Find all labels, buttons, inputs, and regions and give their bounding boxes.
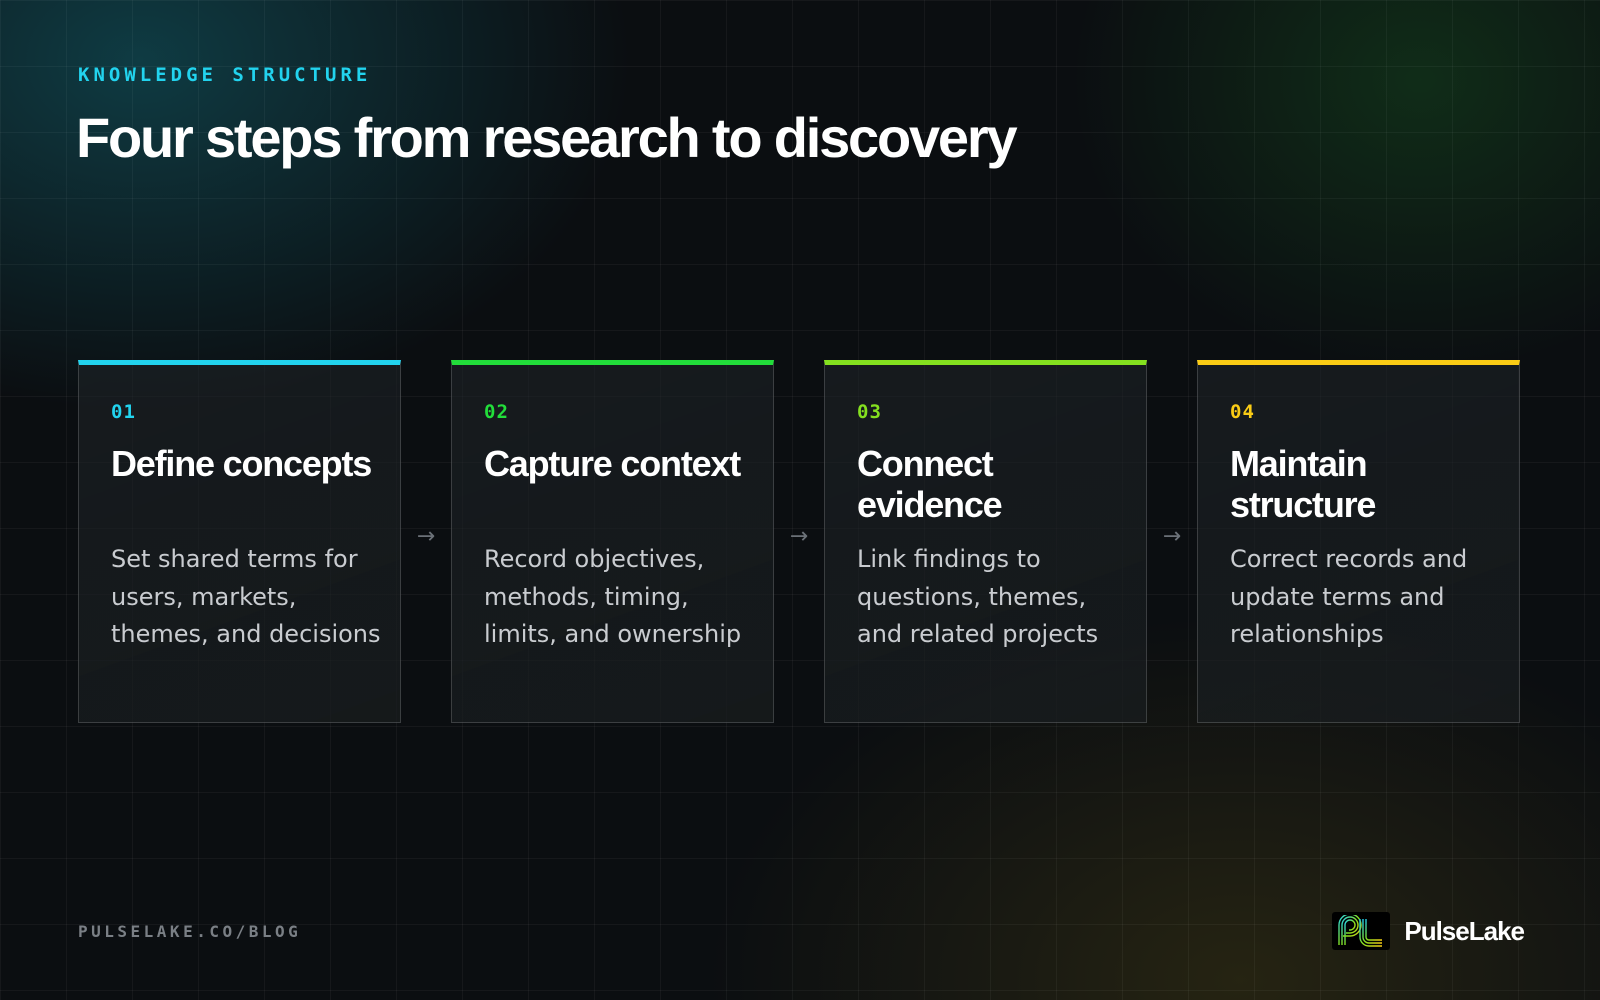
step-description: Record objectives, methods, timing, limi… [484, 545, 742, 648]
brand-lockup: PulseLake [1332, 912, 1525, 950]
slide: KNOWLEDGE STRUCTURE Four steps from rese… [0, 0, 1600, 1000]
step-title: Define concepts [111, 443, 372, 484]
step-number: 02 [484, 401, 509, 423]
step-card-connect-evidence: 03 Connect evidence Link findings to que… [824, 360, 1147, 723]
step-description: Link findings to questions, themes, and … [857, 545, 1099, 648]
arrow-right-icon: → [1162, 524, 1182, 549]
step-number: 03 [857, 401, 882, 423]
arrow-right-icon: → [789, 524, 809, 549]
step-number: 01 [111, 401, 136, 423]
step-card-maintain-structure: 04 Maintain structure Correct records an… [1197, 360, 1520, 723]
step-number: 04 [1230, 401, 1255, 423]
eyebrow-label: KNOWLEDGE STRUCTURE [78, 64, 372, 86]
pulselake-logo-icon [1332, 912, 1391, 950]
step-title: Connect evidence [857, 443, 1003, 525]
brand-name: PulseLake [1404, 915, 1525, 946]
footer-url: PULSELAKE.CO/BLOG [78, 922, 302, 941]
step-card-define-concepts: 01 Define concepts Set shared terms for … [78, 360, 401, 723]
step-title: Capture context [484, 443, 741, 484]
arrow-right-icon: → [416, 524, 436, 549]
steps-row: 01 Define concepts Set shared terms for … [78, 360, 1524, 727]
step-title: Maintain structure [1230, 443, 1376, 525]
step-description: Correct records and update terms and rel… [1230, 545, 1468, 648]
step-card-capture-context: 02 Capture context Record objectives, me… [451, 360, 774, 723]
step-description: Set shared terms for users, markets, the… [111, 545, 381, 648]
page-title: Four steps from research to discovery [76, 106, 1018, 169]
